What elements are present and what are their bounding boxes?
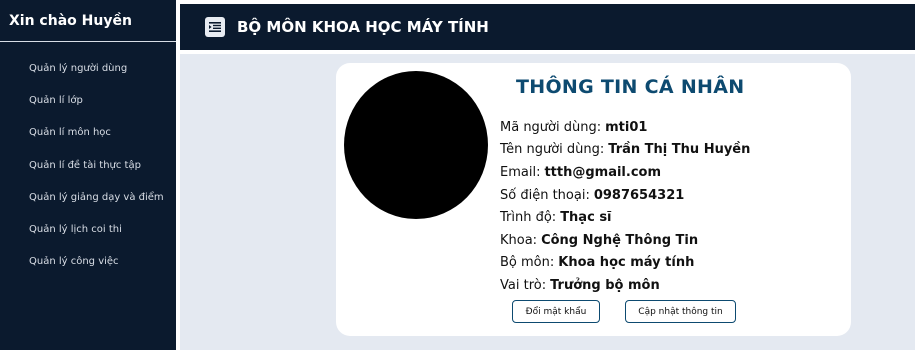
info-label: Số điện thoại:	[500, 187, 590, 203]
info-label: Tên người dùng:	[500, 142, 605, 158]
sidebar-item-user-management[interactable]: Quản lý người dùng	[0, 52, 176, 84]
info-row-faculty: Khoa: Công Nghệ Thông Tin	[500, 229, 750, 252]
menu-toggle-icon[interactable]	[205, 17, 225, 37]
info-row-email: Email: ttth@gmail.com	[500, 161, 750, 184]
change-password-button[interactable]: Đổi mật khẩu	[512, 300, 600, 323]
info-value: Trưởng bộ môn	[550, 277, 660, 293]
info-row-phone: Số điện thoại: 0987654321	[500, 184, 750, 207]
info-label: Trình độ:	[500, 210, 557, 226]
info-row-department: Bộ môn: Khoa học máy tính	[500, 252, 750, 275]
profile-card: THÔNG TIN CÁ NHÂN Mã người dùng: mti01 T…	[336, 63, 851, 336]
info-value: 0987654321	[593, 187, 685, 203]
info-value: Công Nghệ Thông Tin	[541, 232, 699, 248]
update-info-button[interactable]: Cập nhật thông tin	[625, 300, 736, 323]
sidebar-item-task-management[interactable]: Quản lý công việc	[0, 246, 176, 278]
page-title: BỘ MÔN KHOA HỌC MÁY TÍNH	[237, 18, 489, 36]
sidebar-greeting: Xin chào Huyền	[0, 0, 176, 42]
main-content: THÔNG TIN CÁ NHÂN Mã người dùng: mti01 T…	[180, 54, 915, 350]
info-label: Vai trò:	[500, 277, 547, 293]
top-bar: BỘ MÔN KHOA HỌC MÁY TÍNH	[180, 4, 915, 50]
info-label: Email:	[500, 164, 541, 180]
info-value: Trần Thị Thu Huyền	[608, 142, 751, 158]
avatar	[344, 71, 488, 219]
info-value: mti01	[605, 119, 648, 135]
sidebar-item-teaching-grades-management[interactable]: Quản lý giảng dạy và điểm	[0, 181, 176, 213]
sidebar: Xin chào Huyền Quản lý người dùng Quản l…	[0, 0, 176, 350]
info-row-degree: Trình độ: Thạc sĩ	[500, 206, 750, 229]
info-row-user-name: Tên người dùng: Trần Thị Thu Huyền	[500, 139, 750, 162]
profile-title: THÔNG TIN CÁ NHÂN	[516, 76, 745, 98]
info-value: ttth@gmail.com	[544, 164, 662, 180]
info-label: Khoa:	[500, 232, 538, 248]
sidebar-menu: Quản lý người dùng Quản lí lớp Quản lí m…	[0, 42, 176, 278]
info-label: Mã người dùng:	[500, 119, 602, 135]
sidebar-item-class-management[interactable]: Quản lí lớp	[0, 84, 176, 116]
sidebar-item-subject-management[interactable]: Quản lí môn học	[0, 117, 176, 149]
sidebar-item-exam-proctoring-schedule[interactable]: Quản lý lịch coi thi	[0, 213, 176, 245]
info-label: Bộ môn:	[500, 255, 555, 271]
sidebar-item-internship-topic-management[interactable]: Quản lí đề tài thực tập	[0, 149, 176, 181]
info-value: Khoa học máy tính	[558, 255, 695, 271]
info-row-role: Vai trò: Trưởng bộ môn	[500, 274, 750, 297]
profile-info: Mã người dùng: mti01 Tên người dùng: Trầ…	[500, 116, 750, 297]
info-value: Thạc sĩ	[560, 210, 612, 226]
info-row-user-id: Mã người dùng: mti01	[500, 116, 750, 139]
